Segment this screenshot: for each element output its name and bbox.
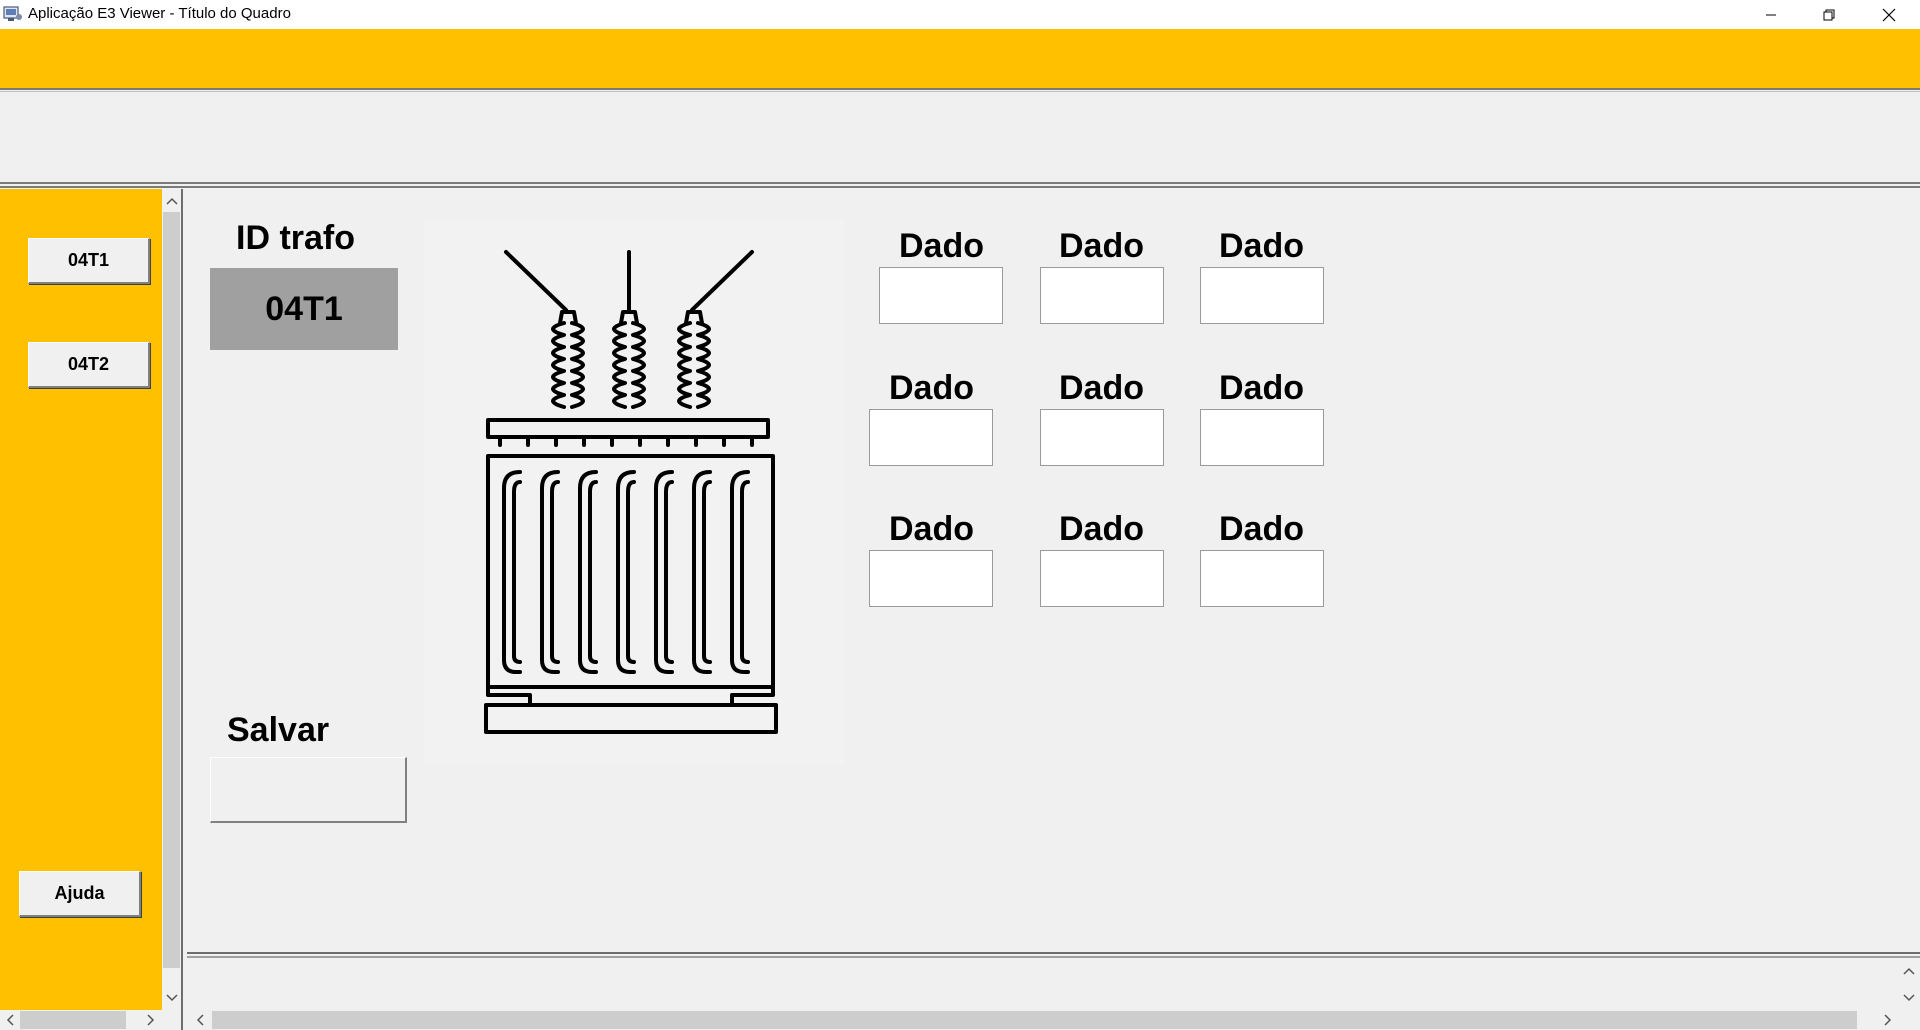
sidebar-scroll-thumb[interactable] <box>163 212 180 968</box>
close-icon <box>1882 8 1896 21</box>
dado-label-7: Dado <box>889 510 974 548</box>
dado-field-8[interactable] <box>1040 550 1164 607</box>
bottom-scroll-down-icon[interactable] <box>1897 987 1920 1009</box>
sidebar-splitter[interactable] <box>181 189 187 1030</box>
dado-label-2: Dado <box>1059 227 1144 265</box>
dado-field-6[interactable] <box>1200 409 1324 466</box>
header-banner <box>0 29 1920 88</box>
sidebar-hscroll-thumb[interactable] <box>20 1011 126 1029</box>
id-trafo-display: 04T1 <box>210 268 398 350</box>
dado-label-5: Dado <box>1059 369 1144 407</box>
scroll-up-icon[interactable] <box>162 191 181 211</box>
toolbar-area <box>0 92 1920 182</box>
main-hscroll-thumb[interactable] <box>212 1011 1857 1029</box>
restore-icon <box>1823 9 1835 20</box>
main-scroll-left-icon[interactable] <box>190 1010 210 1030</box>
dado-field-2[interactable] <box>1040 267 1164 324</box>
dado-field-7[interactable] <box>869 550 993 607</box>
sidebar-scroll-right-icon[interactable] <box>141 1010 161 1030</box>
scroll-down-icon[interactable] <box>162 988 181 1008</box>
content-divider <box>0 182 1920 184</box>
minimize-button[interactable] <box>1742 0 1800 29</box>
main-scroll-right-icon[interactable] <box>1878 1010 1898 1030</box>
help-button[interactable]: Ajuda <box>19 871 141 917</box>
restore-button[interactable] <box>1800 0 1858 29</box>
dado-field-9[interactable] <box>1200 550 1324 607</box>
minimize-icon <box>1766 14 1776 15</box>
bottom-panel-divider-light <box>187 956 1920 958</box>
sidebar-scroll-left-icon[interactable] <box>0 1010 20 1030</box>
dado-field-1[interactable] <box>879 267 1003 324</box>
transformer-image <box>424 220 844 765</box>
app-icon <box>3 5 23 23</box>
sidebar-button-04t2[interactable]: 04T2 <box>28 342 150 388</box>
transformer-icon <box>484 250 778 734</box>
dado-field-4[interactable] <box>869 409 993 466</box>
salvar-button[interactable] <box>210 757 407 823</box>
dado-label-6: Dado <box>1219 369 1304 407</box>
dado-label-8: Dado <box>1059 510 1144 548</box>
header-divider <box>0 88 1920 90</box>
salvar-label: Salvar <box>227 711 330 749</box>
bottom-scroll-up-icon[interactable] <box>1897 960 1920 982</box>
bottom-panel-divider <box>187 952 1920 954</box>
dado-field-3[interactable] <box>1200 267 1324 324</box>
dado-label-1: Dado <box>899 227 984 265</box>
dado-label-3: Dado <box>1219 227 1304 265</box>
dado-label-9: Dado <box>1219 510 1304 548</box>
sidebar-button-04t1[interactable]: 04T1 <box>28 238 150 284</box>
window-title: Aplicação E3 Viewer - Título do Quadro <box>28 5 291 22</box>
id-trafo-label: ID trafo <box>236 219 355 257</box>
content-divider-lower <box>0 186 1920 188</box>
dado-label-4: Dado <box>889 369 974 407</box>
dado-field-5[interactable] <box>1040 409 1164 466</box>
close-button[interactable] <box>1858 0 1920 29</box>
